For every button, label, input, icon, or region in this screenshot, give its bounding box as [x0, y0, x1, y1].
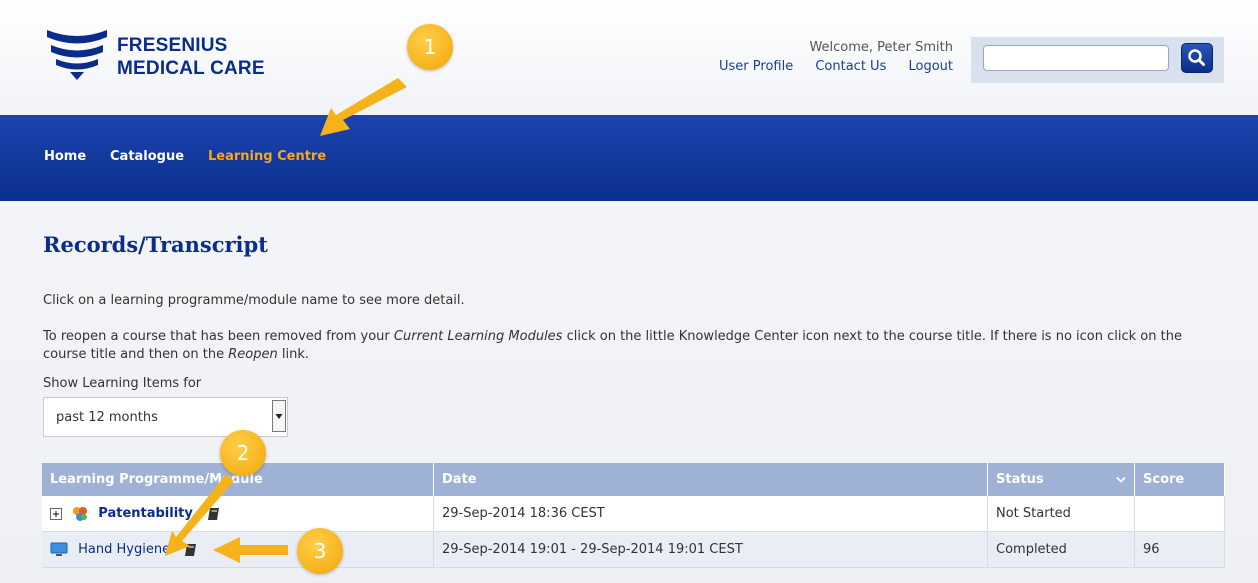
callout-1: 1 [407, 24, 453, 70]
callout-2: 2 [220, 430, 266, 476]
callout-3: 3 [297, 528, 343, 574]
annotation-arrows [165, 78, 407, 563]
arrow-2-icon [165, 474, 234, 556]
arrow-3-icon [213, 537, 288, 563]
arrow-1-icon [320, 78, 407, 136]
